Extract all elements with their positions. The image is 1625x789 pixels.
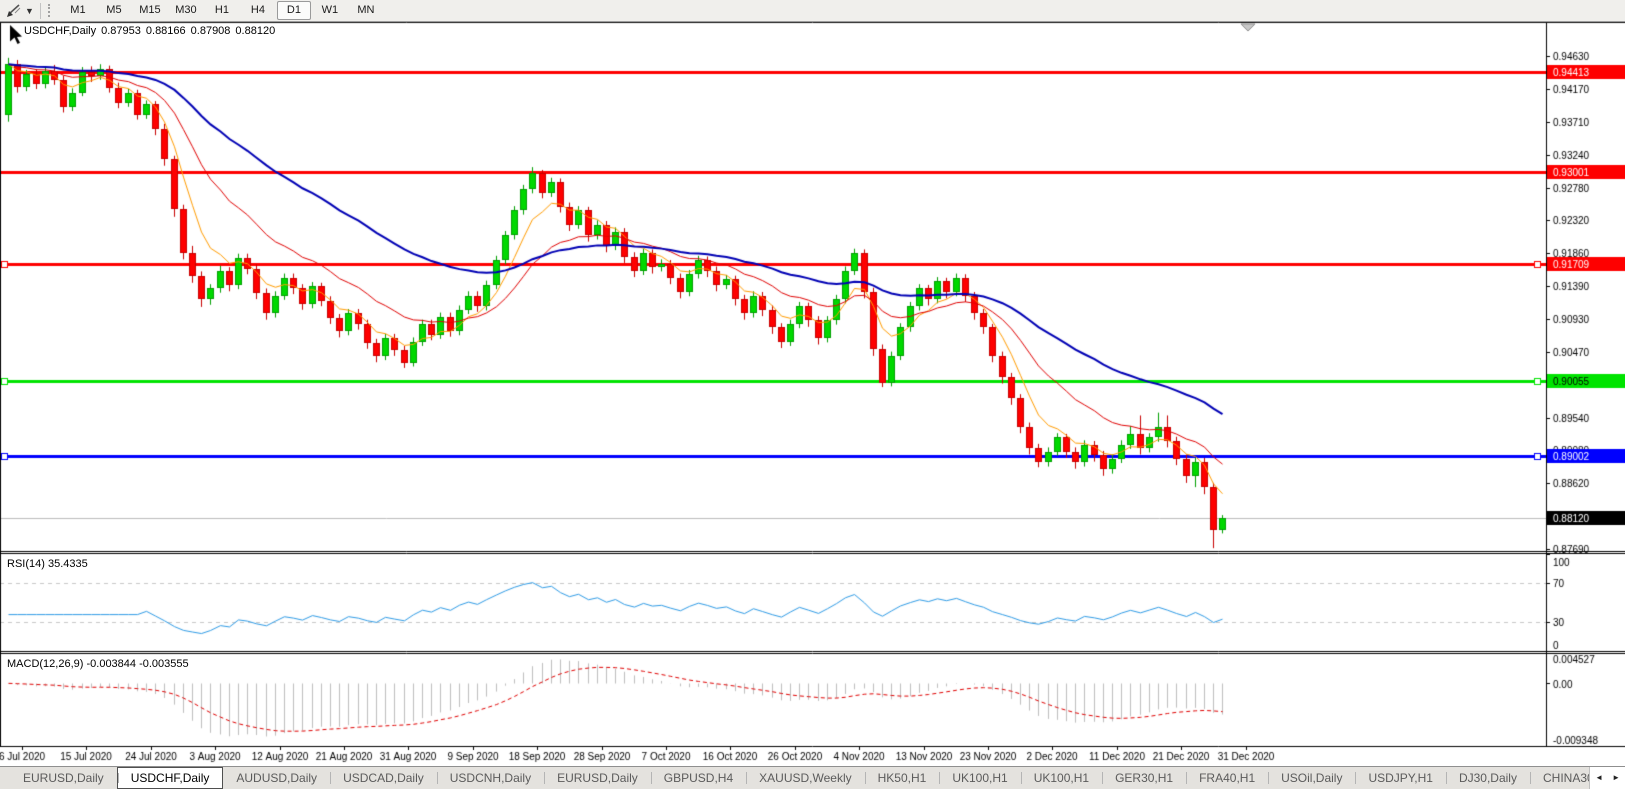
tf-button-m15[interactable]: M15 [133,1,167,20]
tab-uk100-h1[interactable]: UK100,H1 [939,767,1020,789]
ohlc-open: 0.87953 [101,25,141,37]
tab-xauusd-weekly[interactable]: XAUUSD,Weekly [746,767,864,789]
tf-button-m1[interactable]: M1 [61,1,95,20]
chart-tabs: EURUSD,DailyUSDCHF,DailyAUDUSD,DailyUSDC… [0,767,1589,789]
tf-button-h1[interactable]: H1 [205,1,239,20]
chart-canvas[interactable] [0,0,1625,766]
toolbar-separator [40,3,41,19]
rsi-indicator-label: RSI(14) 35.4335 [7,558,88,570]
tf-button-d1[interactable]: D1 [277,1,311,20]
tab-ger30-h1[interactable]: GER30,H1 [1102,767,1186,789]
tab-uk100-h1[interactable]: UK100,H1 [1021,767,1102,789]
tab-eurusd-daily[interactable]: EURUSD,Daily [544,767,651,789]
macd-name: MACD(12,26,9) [7,658,83,670]
tab-usoil-daily[interactable]: USOil,Daily [1268,767,1355,789]
tf-button-w1[interactable]: W1 [313,1,347,20]
macd-signal-value: -0.003555 [139,658,189,670]
macd-indicator-label: MACD(12,26,9) -0.003844 -0.003555 [7,658,189,670]
tab-gbpusd-h4[interactable]: GBPUSD,H4 [651,767,746,789]
tab-usdcad-daily[interactable]: USDCAD,Daily [330,767,437,789]
ohlc-high: 0.88166 [146,25,186,37]
ohlc-low: 0.87908 [191,25,231,37]
tf-button-h4[interactable]: H4 [241,1,275,20]
tf-button-m30[interactable]: M30 [169,1,203,20]
tab-usdcnh-daily[interactable]: USDCNH,Daily [437,767,544,789]
toolbar: ▼ M1M5M15M30H1H4D1W1MN [0,0,1625,22]
tf-button-m5[interactable]: M5 [97,1,131,20]
rsi-name: RSI(14) [7,558,45,570]
tab-fra40-h1[interactable]: FRA40,H1 [1186,767,1268,789]
tab-eurusd-daily[interactable]: EURUSD,Daily [10,767,117,789]
tab-hk50-h1[interactable]: HK50,H1 [865,767,940,789]
cursor-tool-glyph [6,4,22,18]
tab-usdchf-daily[interactable]: USDCHF,Daily [117,767,224,789]
tab-china300-h1[interactable]: CHINA300,H1 [1530,767,1589,789]
rsi-value: 35.4335 [48,558,88,570]
tab-scroll-arrows: ◄ ► [1589,767,1625,789]
tab-dj30-daily[interactable]: DJ30,Daily [1446,767,1530,789]
tab-scroll-left-icon[interactable]: ◄ [1595,774,1603,782]
tf-button-mn[interactable]: MN [349,1,383,20]
tab-scroll-right-icon[interactable]: ► [1612,774,1620,782]
timeframe-buttons: M1M5M15M30H1H4D1W1MN [60,1,384,20]
toolbar-grip[interactable] [48,4,53,17]
chart-tab-bar: EURUSD,DailyUSDCHF,DailyAUDUSD,DailyUSDC… [0,766,1625,789]
symbol-label: USDCHF,Daily [24,25,96,37]
macd-main-value: -0.003844 [86,658,136,670]
chart-symbol-info: USDCHF,Daily 0.87953 0.88166 0.87908 0.88120 [24,25,280,37]
chevron-down-icon[interactable]: ▼ [25,6,34,16]
tab-audusd-daily[interactable]: AUDUSD,Daily [223,767,330,789]
cursor-tool-icon[interactable] [4,3,24,19]
tab-usdjpy-h1[interactable]: USDJPY,H1 [1355,767,1445,789]
ohlc-close: 0.88120 [235,25,275,37]
